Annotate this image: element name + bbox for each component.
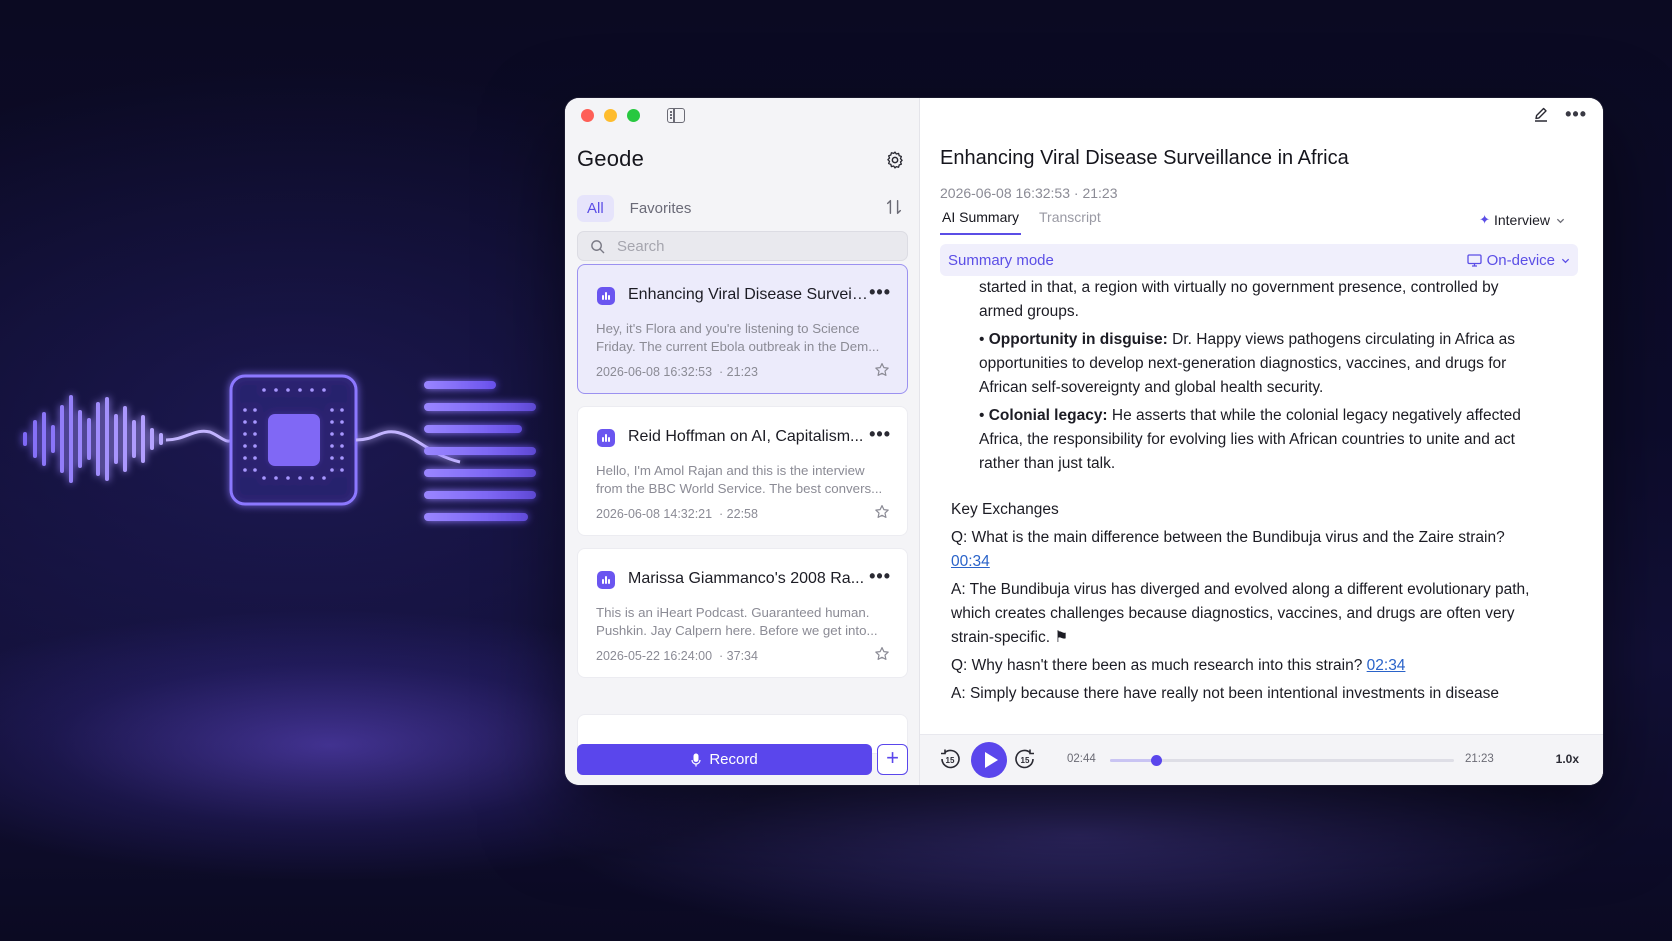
total-time: 21:23 xyxy=(1465,753,1494,765)
recording-preview: Hello, I'm Amol Rajan and this is the in… xyxy=(596,463,883,496)
close-window-button[interactable] xyxy=(581,109,594,122)
search-icon xyxy=(591,239,605,253)
summary-line: Africa, the responsibility for evolving … xyxy=(979,431,1515,448)
summary-line: African self-sovereignty and global heal… xyxy=(979,379,1324,396)
summary-line: rather than just talk. xyxy=(979,455,1116,472)
answer-line: A: Simply because there have really not … xyxy=(951,685,1499,702)
audio-player: 15 15 02:44 21:23 1.0x xyxy=(920,734,1603,785)
timestamp-link[interactable]: 00:34 xyxy=(951,553,990,570)
edit-icon[interactable] xyxy=(1533,106,1549,122)
app-window: Geode All Favorites Enhancing Viral Dise… xyxy=(565,98,1603,785)
sparkle-icon: ✦ xyxy=(1479,212,1490,227)
skip-forward-15-icon[interactable]: 15 xyxy=(1014,748,1036,770)
seek-progress xyxy=(1110,759,1157,762)
summary-line: opportunities to develop next-generation… xyxy=(979,355,1507,372)
record-button[interactable]: Record xyxy=(577,744,872,775)
filter-favorites-tab[interactable]: Favorites xyxy=(620,195,702,222)
recording-waveform-icon xyxy=(597,571,615,589)
sidebar: Geode All Favorites Enhancing Viral Dise… xyxy=(565,98,920,785)
recording-preview: This is an iHeart Podcast. Guaranteed hu… xyxy=(596,605,878,638)
recording-waveform-icon xyxy=(597,429,615,447)
tab-transcript[interactable]: Transcript xyxy=(1039,209,1101,235)
svg-text:15: 15 xyxy=(946,756,955,765)
star-icon[interactable] xyxy=(874,646,890,662)
monitor-icon xyxy=(1466,253,1482,267)
filter-row: All Favorites xyxy=(577,194,907,222)
summary-line: armed groups. xyxy=(979,303,1079,320)
svg-text:15: 15 xyxy=(1021,756,1030,765)
detail-pane: ••• Enhancing Viral Disease Surveillance… xyxy=(920,98,1603,785)
section-heading: Key Exchanges xyxy=(951,501,1059,518)
current-time: 02:44 xyxy=(1067,753,1096,765)
playback-speed-button[interactable]: 1.0x xyxy=(1556,752,1579,766)
zoom-window-button[interactable] xyxy=(627,109,640,122)
recording-meta: 2026-06-08 14:32:21 · 22:58 xyxy=(596,507,758,521)
filter-all-tab[interactable]: All xyxy=(577,194,614,222)
summary-mode-bar: Summary mode On-device xyxy=(940,244,1578,276)
more-options-icon[interactable]: ••• xyxy=(869,425,891,443)
chevron-down-icon xyxy=(1561,258,1570,263)
summary-bullet: • Opportunity in disguise: Dr. Happy vie… xyxy=(979,331,1516,348)
recording-card[interactable]: Enhancing Viral Disease Surveil... ••• H… xyxy=(577,264,908,394)
recording-meta: 2026-06-08 16:32:53 · 21:23 xyxy=(596,365,758,379)
recording-preview: Hey, it's Flora and you're listening to … xyxy=(596,321,880,354)
timestamp-link[interactable]: 02:34 xyxy=(1367,657,1406,674)
window-controls xyxy=(581,109,640,122)
star-icon[interactable] xyxy=(874,362,890,378)
recording-card[interactable]: Marissa Giammanco's 2008 Ra... ••• This … xyxy=(577,548,908,678)
processing-dropdown[interactable]: On-device xyxy=(1466,251,1570,269)
recording-title: Marissa Giammanco's 2008 Ra... xyxy=(628,570,865,587)
template-label: Interview xyxy=(1493,212,1550,228)
gear-icon[interactable] xyxy=(885,150,905,170)
microphone-icon xyxy=(691,753,701,766)
processing-label: On-device xyxy=(1486,251,1555,269)
star-icon[interactable] xyxy=(874,504,890,520)
summary-content: started in that, a region with virtually… xyxy=(940,276,1580,734)
record-label: Record xyxy=(709,751,758,768)
question-line: Q: What is the main difference between t… xyxy=(951,529,1505,546)
sidebar-toggle-icon[interactable] xyxy=(667,108,685,123)
search-box xyxy=(577,231,908,261)
text-lines-icon xyxy=(424,381,536,521)
recording-title-heading: Enhancing Viral Disease Surveillance in … xyxy=(940,147,1349,169)
sort-icon[interactable] xyxy=(885,198,903,216)
hero-illustration xyxy=(0,0,560,941)
recording-waveform-icon xyxy=(597,287,615,305)
summary-line: started in that, a region with virtually… xyxy=(979,279,1499,296)
audio-to-text-chip-graphic xyxy=(23,374,536,521)
recording-meta: 2026-06-08 16:32:53 · 21:23 xyxy=(940,185,1118,201)
answer-line: which creates challenges because diagnos… xyxy=(951,605,1515,622)
add-recording-button[interactable]: + xyxy=(877,744,908,775)
seek-slider[interactable] xyxy=(1110,755,1454,766)
more-options-icon[interactable]: ••• xyxy=(869,567,891,585)
top-toolbar: ••• xyxy=(1533,105,1587,123)
waveform-icon xyxy=(23,395,233,483)
question-line: Q: Why hasn't there been as much researc… xyxy=(951,657,1406,674)
summary-bullet: • Colonial legacy: He asserts that while… xyxy=(979,407,1521,424)
recording-meta: 2026-05-22 16:24:00 · 37:34 xyxy=(596,649,758,663)
search-input[interactable] xyxy=(615,236,889,256)
seek-handle[interactable] xyxy=(1151,755,1163,766)
summary-mode-label: Summary mode xyxy=(948,251,1054,269)
recording-title: Reid Hoffman on AI, Capitalism... xyxy=(628,428,864,445)
more-options-icon[interactable]: ••• xyxy=(1565,105,1587,123)
chip-icon xyxy=(229,374,461,506)
template-dropdown[interactable]: ✦ Interview xyxy=(1479,212,1565,228)
play-button[interactable] xyxy=(971,742,1007,778)
tab-bar: AI Summary Transcript xyxy=(940,209,1101,235)
recording-card[interactable]: Reid Hoffman on AI, Capitalism... ••• He… xyxy=(577,406,908,536)
chevron-down-icon xyxy=(1556,218,1565,223)
recording-title: Enhancing Viral Disease Surveil... xyxy=(628,286,868,303)
more-options-icon[interactable]: ••• xyxy=(869,283,891,301)
skip-back-15-icon[interactable]: 15 xyxy=(939,748,961,770)
answer-line: strain-specific. ⚑ xyxy=(951,629,1069,646)
tab-ai-summary[interactable]: AI Summary xyxy=(940,209,1022,235)
answer-line: A: The Bundibuja virus has diverged and … xyxy=(951,581,1530,598)
app-title: Geode xyxy=(577,146,645,171)
minimize-window-button[interactable] xyxy=(604,109,617,122)
